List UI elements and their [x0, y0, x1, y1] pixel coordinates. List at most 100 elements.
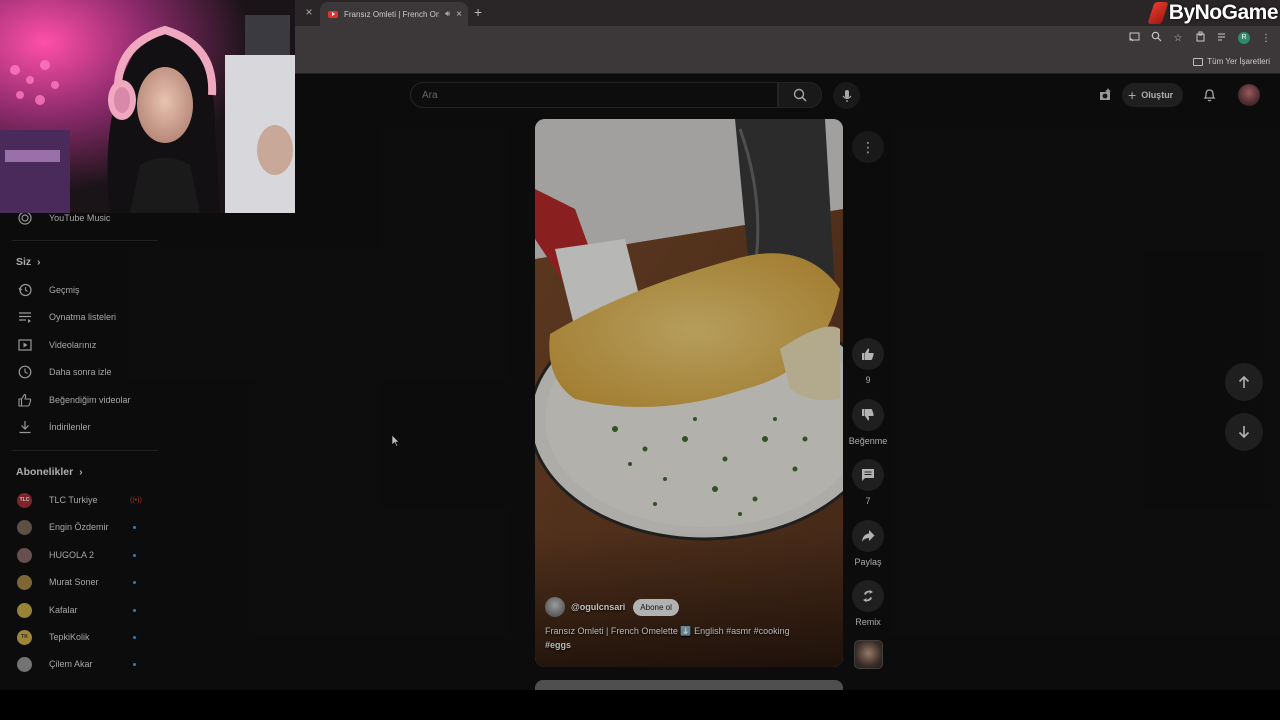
youtube-favicon-icon: [328, 10, 338, 18]
share-icon: [862, 530, 875, 542]
subscription-label: TLC Turkiye: [49, 495, 98, 505]
sidebar-item-label: Beğendiğim videolar: [49, 395, 131, 405]
create-assistant-button[interactable]: [1096, 86, 1114, 104]
all-bookmarks-button[interactable]: Tüm Yer İşaretleri: [1193, 57, 1270, 66]
all-bookmarks-label: Tüm Yer İşaretleri: [1207, 57, 1270, 66]
subscribe-button[interactable]: Abone ol: [633, 598, 679, 616]
webcam-overlay: [0, 0, 295, 213]
subscription-item[interactable]: TK TepkiKolik: [0, 627, 160, 647]
sidebar-divider: [12, 450, 158, 451]
arrow-down-icon: [1238, 426, 1250, 439]
channel-avatar: [17, 602, 32, 618]
channel-name[interactable]: @ogulcnsari: [571, 602, 625, 612]
sidebar-section-subscriptions[interactable]: Abonelikler ›: [16, 466, 83, 478]
more-options-button[interactable]: ⋮: [852, 131, 884, 163]
sidebar-item-watch-later[interactable]: Daha sonra izle: [0, 362, 160, 382]
short-caption[interactable]: Fransız Omleti | French Omelette ⬇️ Engl…: [545, 624, 825, 652]
remix-button[interactable]: [852, 580, 884, 612]
your-videos-icon: [18, 338, 32, 352]
sidebar-item-label: İndirilenler: [49, 422, 91, 432]
comments-button[interactable]: [852, 459, 884, 491]
media-controls-icon[interactable]: [1216, 32, 1228, 45]
channel-avatar: [17, 656, 32, 672]
active-browser-tab[interactable]: Fransız Omleti | French Om 🔊︎ ×: [320, 2, 468, 26]
chevron-right-icon: ›: [79, 466, 83, 478]
new-tab-button[interactable]: +: [474, 4, 482, 20]
subscription-label: TepkiKolik: [49, 632, 90, 642]
youtube-music-icon: [18, 211, 32, 225]
sidebar: YouTube Music Siz › Geçmiş Oynatma liste…: [0, 211, 160, 690]
search-button[interactable]: [778, 82, 822, 108]
brand-watermark: ByNoGame: [1147, 0, 1279, 26]
dislike-button[interactable]: [852, 399, 884, 431]
like-button[interactable]: [852, 338, 884, 370]
sidebar-item-playlists[interactable]: Oynatma listeleri: [0, 307, 160, 327]
address-bar-icons: ☆ R ⋮: [1128, 31, 1272, 45]
playlists-icon: [18, 310, 32, 324]
letterbox-bar: [0, 690, 1280, 720]
sidebar-divider: [12, 240, 158, 241]
subscription-item[interactable]: Çilem Akar: [0, 654, 160, 674]
sidebar-item-label: YouTube Music: [49, 213, 111, 223]
speaker-icon[interactable]: 🔊︎: [445, 9, 450, 19]
thumbs-up-icon: [862, 348, 874, 360]
channel-avatar[interactable]: [545, 597, 565, 617]
extensions-icon[interactable]: [1194, 31, 1206, 45]
subscription-label: Kafalar: [49, 605, 78, 615]
next-short-button[interactable]: [1225, 413, 1263, 451]
search-icon: [793, 88, 807, 102]
subscription-label: HUGOLA 2: [49, 550, 95, 560]
voice-search-button[interactable]: [833, 82, 860, 109]
section-title: Siz: [16, 256, 32, 268]
sidebar-item-your-videos[interactable]: Videolarınız: [0, 335, 160, 355]
remix-icon: [863, 589, 873, 603]
zoom-icon[interactable]: [1150, 31, 1162, 45]
download-icon: [18, 420, 32, 434]
more-vert-icon: ⋮: [861, 138, 875, 155]
cast-icon[interactable]: [1128, 32, 1140, 45]
notifications-button[interactable]: [1200, 86, 1218, 104]
sidebar-section-you[interactable]: Siz ›: [16, 256, 41, 268]
previous-short-button[interactable]: [1225, 363, 1263, 401]
channel-avatar: TK: [17, 629, 32, 645]
sidebar-item-label: Daha sonra izle: [49, 367, 112, 377]
mouse-cursor-icon: [391, 434, 400, 452]
close-tab-icon[interactable]: ×: [456, 9, 462, 20]
create-label: Oluştur: [1141, 90, 1174, 100]
new-content-dot: [133, 635, 136, 639]
sidebar-item-downloads[interactable]: İndirilenler: [0, 417, 160, 437]
next-short-preview[interactable]: [535, 680, 843, 690]
sidebar-item-liked-videos[interactable]: Beğendiğim videolar: [0, 390, 160, 410]
search-input[interactable]: [422, 89, 777, 101]
sidebar-item-history[interactable]: Geçmiş: [0, 280, 160, 300]
subscription-item[interactable]: HUGOLA 2: [0, 545, 160, 565]
subscription-label: Çilem Akar: [49, 659, 93, 669]
bookmark-star-icon[interactable]: ☆: [1172, 33, 1184, 44]
short-video-player[interactable]: @ogulcnsari Abone ol Fransız Omleti | Fr…: [535, 119, 843, 667]
subscription-label: Murat Soner: [49, 577, 99, 587]
subscription-item[interactable]: Murat Soner: [0, 572, 160, 592]
create-button[interactable]: + Oluştur: [1122, 83, 1184, 107]
history-icon: [18, 283, 32, 297]
subscription-item[interactable]: TLC TLC Turkiye ((•)): [0, 490, 160, 510]
close-tab-icon[interactable]: ×: [303, 5, 315, 19]
like-count: 9: [865, 375, 871, 385]
browser-menu-icon[interactable]: ⋮: [1260, 33, 1272, 44]
sound-thumbnail[interactable]: [854, 640, 883, 669]
caption-text: Fransız Omleti | French Omelette ⬇️ Engl…: [545, 626, 790, 636]
subscription-item[interactable]: Engin Özdemir: [0, 517, 160, 537]
microphone-icon: [842, 89, 851, 102]
share-button[interactable]: [852, 520, 884, 552]
brand-text: ByNoGame: [1168, 1, 1279, 24]
live-icon: ((•)): [130, 496, 142, 504]
video-frame-omelette: [535, 119, 843, 667]
caption-hashtag[interactable]: #eggs: [545, 640, 571, 650]
tab-title: Fransız Omleti | French Om: [344, 9, 440, 19]
sidebar-item-label: Oynatma listeleri: [49, 312, 117, 322]
search-box[interactable]: [410, 82, 778, 108]
comment-count: 7: [865, 496, 871, 506]
browser-profile-icon[interactable]: R: [1238, 32, 1250, 44]
new-content-dot: [133, 525, 136, 529]
account-avatar[interactable]: [1238, 84, 1260, 106]
subscription-item[interactable]: Kafalar: [0, 600, 160, 620]
